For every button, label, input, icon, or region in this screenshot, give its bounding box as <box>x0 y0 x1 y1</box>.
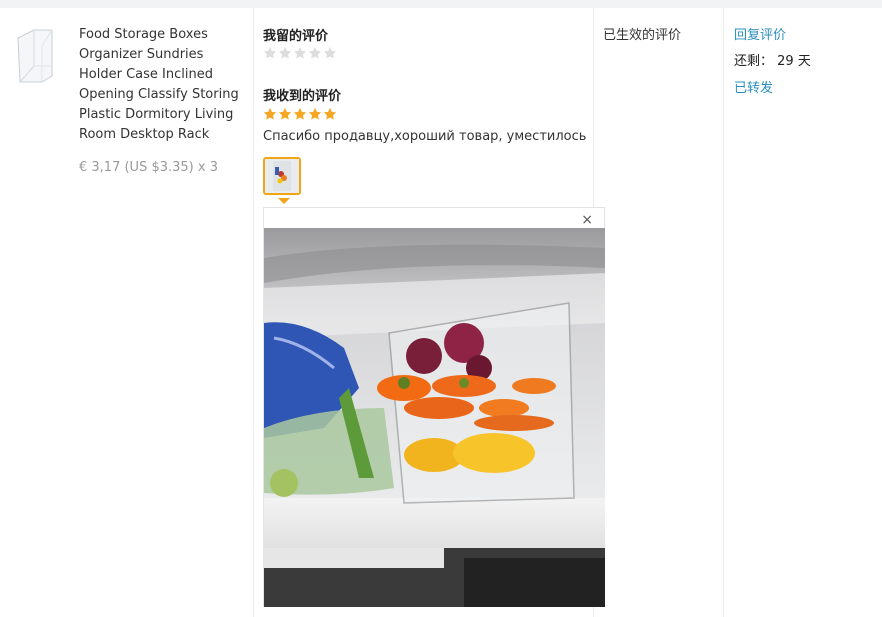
preview-pointer <box>278 198 290 204</box>
product-title[interactable]: Food Storage Boxes Organizer Sundries Ho… <box>79 25 249 145</box>
forwarded-link[interactable]: 已转发 <box>734 77 773 96</box>
star-icon <box>308 107 322 120</box>
review-status: 已生效的评价 <box>603 28 682 43</box>
top-strip <box>0 0 882 8</box>
my-review-heading: 我留的评价 <box>263 29 329 44</box>
remaining-label: 还剩： <box>734 54 774 69</box>
star-icon <box>323 107 337 120</box>
star-icon <box>308 46 322 59</box>
review-text: Спасибо продавцу,хороший товар, уместило… <box>263 129 589 144</box>
star-icon <box>263 107 277 120</box>
star-icon <box>323 46 337 59</box>
fridge-produce-photo <box>264 228 605 607</box>
remaining-time: 还剩： 29 天 <box>734 50 811 69</box>
review-photo-thumbnail[interactable] <box>263 157 301 195</box>
received-review-heading: 我收到的评价 <box>263 89 342 104</box>
product-image[interactable] <box>12 26 60 84</box>
my-review-stars <box>263 46 337 60</box>
star-icon <box>293 107 307 120</box>
star-icon <box>278 46 292 59</box>
close-icon[interactable]: × <box>581 212 593 228</box>
column-divider <box>253 8 254 617</box>
product-price: € 3,17 (US $3.35) x 3 <box>79 160 218 175</box>
star-icon <box>278 107 292 120</box>
star-icon <box>263 46 277 59</box>
received-review-stars <box>263 107 337 121</box>
column-divider <box>723 8 724 617</box>
reply-review-link[interactable]: 回复评价 <box>734 24 786 43</box>
photo-preview-panel: × <box>263 207 605 607</box>
remaining-value: 29 天 <box>777 54 811 69</box>
star-icon <box>293 46 307 59</box>
